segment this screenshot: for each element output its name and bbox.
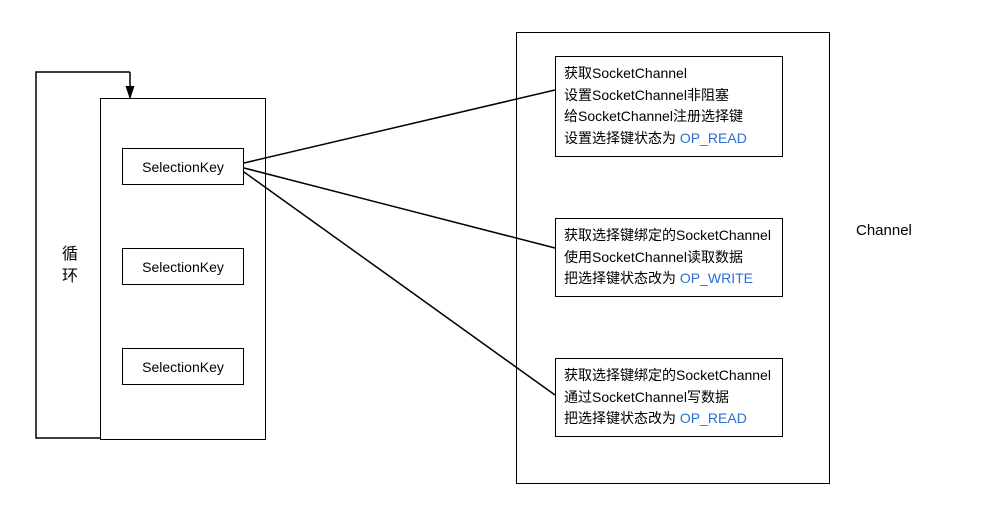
connector-to-read bbox=[244, 168, 555, 248]
selection-key-1-label: SelectionKey bbox=[142, 159, 224, 175]
accept-line1: 获取SocketChannel bbox=[564, 65, 687, 81]
channel-step-write: 获取选择键绑定的SocketChannel 通过SocketChannel写数据… bbox=[555, 358, 783, 437]
accept-line4-prefix: 设置选择键状态为 bbox=[564, 130, 680, 146]
selection-key-2-label: SelectionKey bbox=[142, 259, 224, 275]
write-line3-op: OP_READ bbox=[680, 410, 747, 426]
selection-key-1: SelectionKey bbox=[122, 148, 244, 185]
channel-step-read: 获取选择键绑定的SocketChannel 使用SocketChannel读取数… bbox=[555, 218, 783, 297]
selection-key-3-label: SelectionKey bbox=[142, 359, 224, 375]
loop-label: 循环 bbox=[55, 245, 79, 289]
read-line2: 使用SocketChannel读取数据 bbox=[564, 249, 743, 265]
accept-line2: 设置SocketChannel非阻塞 bbox=[564, 87, 729, 103]
connector-to-write bbox=[244, 172, 555, 395]
channel-step-accept: 获取SocketChannel 设置SocketChannel非阻塞 给Sock… bbox=[555, 56, 783, 157]
connector-to-accept bbox=[244, 90, 555, 163]
write-line1: 获取选择键绑定的SocketChannel bbox=[564, 367, 771, 383]
accept-line3: 给SocketChannel注册选择键 bbox=[564, 108, 743, 124]
read-line1: 获取选择键绑定的SocketChannel bbox=[564, 227, 771, 243]
read-line3-prefix: 把选择键状态改为 bbox=[564, 270, 680, 286]
accept-line4-op: OP_READ bbox=[680, 130, 747, 146]
channel-label: Channel bbox=[856, 220, 912, 243]
read-line3-op: OP_WRITE bbox=[680, 270, 753, 286]
write-line2: 通过SocketChannel写数据 bbox=[564, 389, 729, 405]
selection-key-2: SelectionKey bbox=[122, 248, 244, 285]
selection-key-3: SelectionKey bbox=[122, 348, 244, 385]
write-line3-prefix: 把选择键状态改为 bbox=[564, 410, 680, 426]
